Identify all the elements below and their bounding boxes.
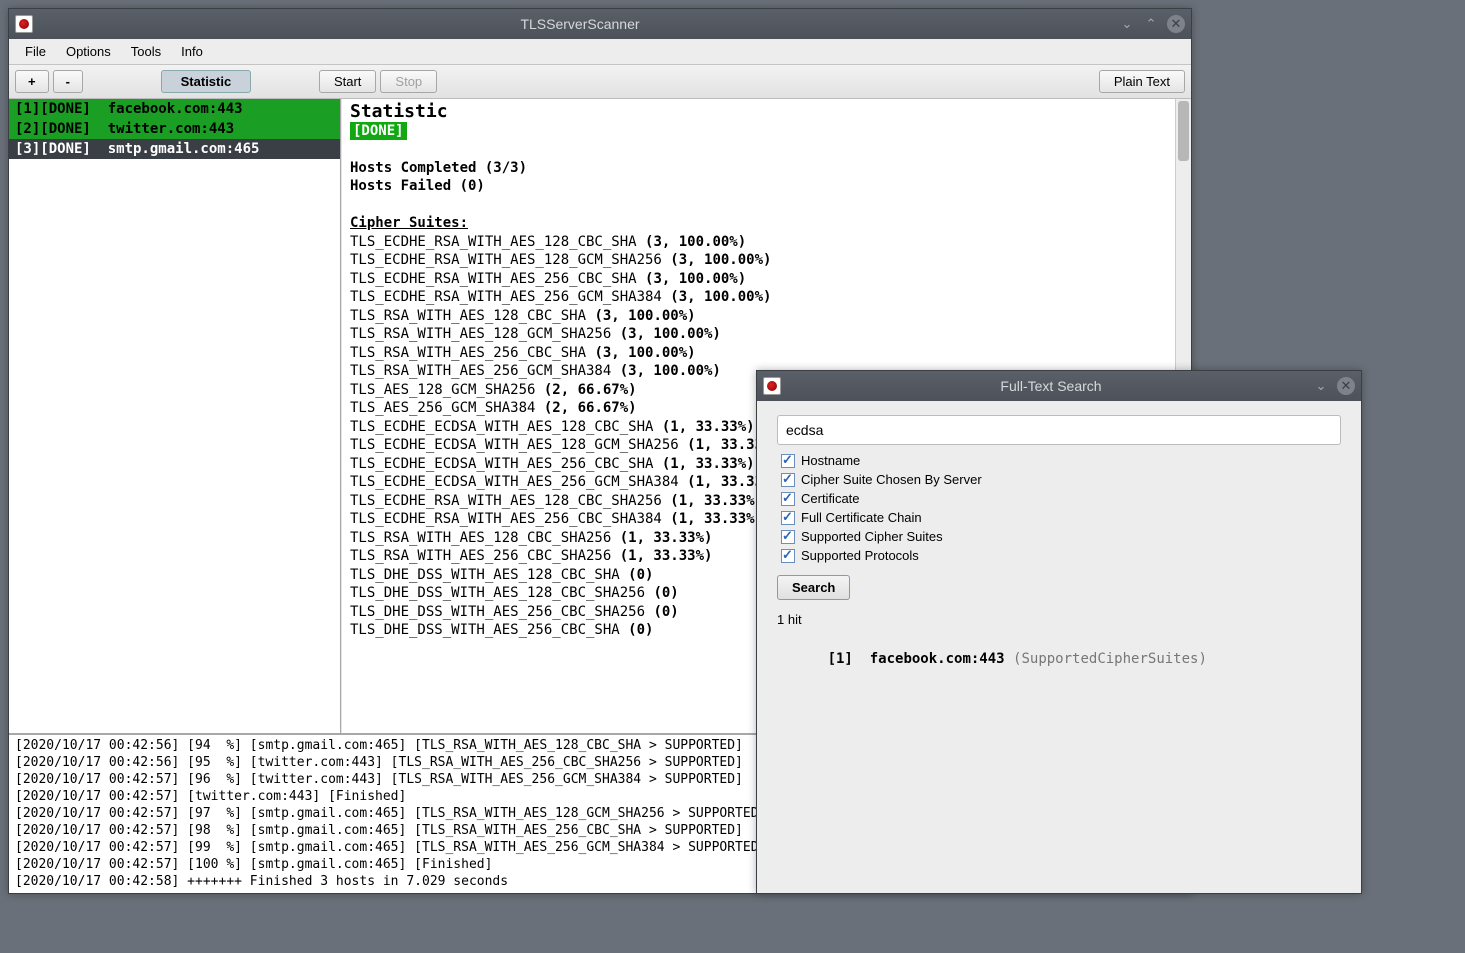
search-titlebar[interactable]: Full-Text Search ⌄ ✕ xyxy=(757,371,1361,401)
hit-count: 1 hit xyxy=(777,612,1341,627)
search-title: Full-Text Search xyxy=(789,378,1313,394)
host-row[interactable]: [3][DONE] smtp.gmail.com:465 xyxy=(9,139,340,159)
minimize-icon[interactable]: ⌄ xyxy=(1119,16,1135,32)
app-icon xyxy=(763,377,781,395)
toolbar: + - Statistic Start Stop Plain Text xyxy=(9,65,1191,99)
search-result[interactable]: [1] facebook.com:443 (SupportedCipherSui… xyxy=(777,635,1341,683)
checkbox-icon[interactable] xyxy=(781,454,795,468)
search-option[interactable]: Cipher Suite Chosen By Server xyxy=(777,470,1341,489)
add-button[interactable]: + xyxy=(15,70,49,93)
search-input[interactable] xyxy=(777,415,1341,445)
chevron-down-icon[interactable]: ⌄ xyxy=(1313,378,1329,394)
main-titlebar[interactable]: TLSServerScanner ⌄ ⌃ ✕ xyxy=(9,9,1191,39)
search-option[interactable]: Supported Protocols xyxy=(777,546,1341,565)
maximize-icon[interactable]: ⌃ xyxy=(1143,16,1159,32)
app-icon xyxy=(15,15,33,33)
search-button[interactable]: Search xyxy=(777,575,850,600)
statistic-button[interactable]: Statistic xyxy=(161,70,251,93)
menu-info[interactable]: Info xyxy=(173,40,211,63)
remove-button[interactable]: - xyxy=(53,70,83,93)
close-icon[interactable]: ✕ xyxy=(1337,377,1355,395)
host-row[interactable]: [2][DONE] twitter.com:443 xyxy=(9,119,340,139)
checkbox-icon[interactable] xyxy=(781,511,795,525)
checkbox-icon[interactable] xyxy=(781,473,795,487)
menu-file[interactable]: File xyxy=(17,40,54,63)
search-option[interactable]: Certificate xyxy=(777,489,1341,508)
search-window: Full-Text Search ⌄ ✕ HostnameCipher Suit… xyxy=(756,370,1362,894)
search-option[interactable]: Supported Cipher Suites xyxy=(777,527,1341,546)
main-title: TLSServerScanner xyxy=(41,16,1119,32)
host-row[interactable]: [1][DONE] facebook.com:443 xyxy=(9,99,340,119)
checkbox-icon[interactable] xyxy=(781,530,795,544)
menu-options[interactable]: Options xyxy=(58,40,119,63)
host-list[interactable]: [1][DONE] facebook.com:443[2][DONE] twit… xyxy=(9,99,341,733)
search-option[interactable]: Full Certificate Chain xyxy=(777,508,1341,527)
stop-button[interactable]: Stop xyxy=(380,70,437,93)
start-button[interactable]: Start xyxy=(319,70,376,93)
close-icon[interactable]: ✕ xyxy=(1167,15,1185,33)
checkbox-icon[interactable] xyxy=(781,492,795,506)
plaintext-button[interactable]: Plain Text xyxy=(1099,70,1185,93)
menu-tools[interactable]: Tools xyxy=(123,40,169,63)
search-option[interactable]: Hostname xyxy=(777,451,1341,470)
checkbox-icon[interactable] xyxy=(781,549,795,563)
menubar: File Options Tools Info xyxy=(9,39,1191,65)
scroll-thumb[interactable] xyxy=(1178,101,1189,161)
